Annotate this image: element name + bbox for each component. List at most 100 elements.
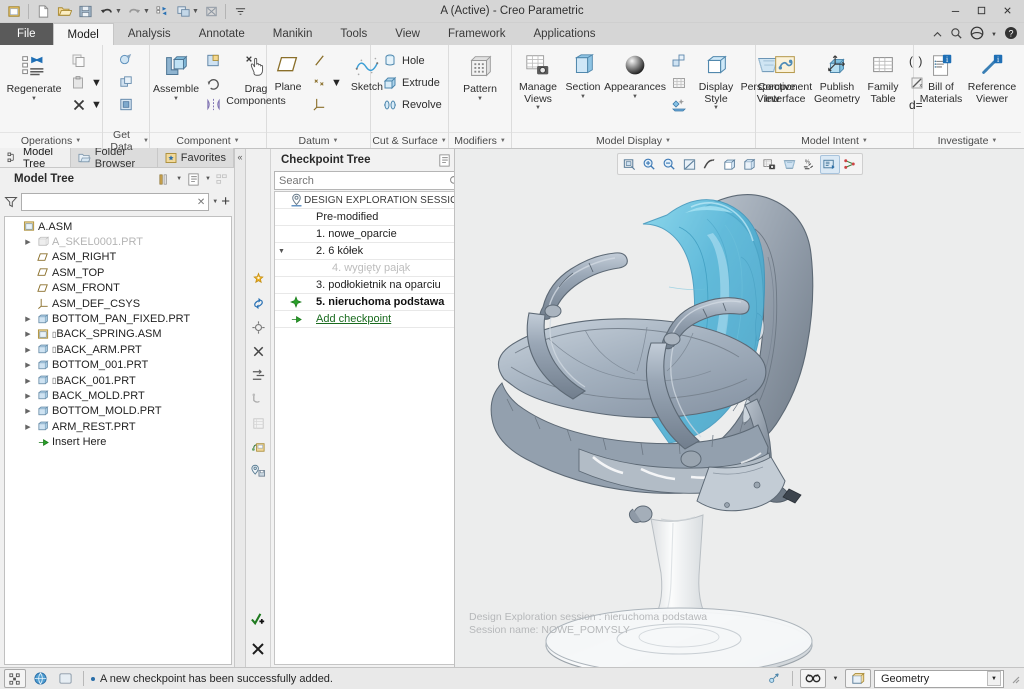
delete-dropdown-icon[interactable]: ▼ bbox=[91, 99, 102, 111]
selection-filter-combo[interactable]: Geometry ▼ bbox=[874, 669, 1004, 688]
open-file-icon[interactable] bbox=[54, 2, 74, 21]
checkpoint-row-2[interactable]: ▼ 2. 6 kółek bbox=[275, 243, 466, 260]
tree-item-bottom-mold[interactable]: ▶ BOTTOM_MOLD.PRT bbox=[5, 404, 231, 419]
pattern-button[interactable]: Pattern ▼ bbox=[455, 49, 505, 105]
tree-item-a-asm[interactable]: A.ASM bbox=[5, 219, 231, 234]
delete-button[interactable]: ▼ bbox=[66, 94, 107, 115]
search-icon[interactable] bbox=[950, 27, 963, 43]
selection-dropdown-icon[interactable]: ▼ bbox=[829, 669, 842, 688]
checkpoint-row-3[interactable]: 3. podłokietnik na oparciu bbox=[275, 277, 466, 294]
shrinkwrap-button[interactable] bbox=[113, 94, 140, 115]
snapshot-icon[interactable] bbox=[763, 669, 785, 688]
customize-qat-icon[interactable] bbox=[230, 2, 250, 21]
display-style-dropdown-icon[interactable]: ▼ bbox=[713, 105, 719, 111]
checkpoint-list[interactable]: DESIGN EXPLORATION SESSION Pre-modified … bbox=[274, 191, 467, 665]
search-selection-icon[interactable] bbox=[800, 669, 826, 688]
tree-item-insert-here[interactable]: Insert Here bbox=[5, 434, 231, 449]
model-display-dropdown-icon[interactable]: ▼ bbox=[665, 138, 671, 144]
family-table-button[interactable]: Family Table bbox=[863, 49, 903, 108]
display-options-icon[interactable] bbox=[186, 172, 201, 187]
reference-viewer-button[interactable]: i Reference Viewer bbox=[966, 49, 1018, 108]
manage-views-dropdown-icon[interactable]: ▼ bbox=[535, 105, 541, 111]
tree-item-asm-def-csys[interactable]: ASM_DEF_CSYS bbox=[5, 296, 231, 311]
settings-dropdown-icon[interactable]: ▼ bbox=[176, 176, 182, 182]
add-icon[interactable]: + bbox=[221, 194, 230, 209]
refit-icon[interactable] bbox=[620, 155, 640, 174]
tab-model-tree[interactable]: Model Tree bbox=[0, 146, 71, 170]
window-switch-icon[interactable] bbox=[173, 2, 193, 21]
tab-applications[interactable]: Applications bbox=[519, 23, 610, 45]
publish-geometry-button[interactable]: Publish Geometry bbox=[812, 49, 862, 108]
message-area-icon[interactable] bbox=[54, 669, 76, 688]
tree-item-bottom-pan-fixed[interactable]: ▶ BOTTOM_PAN_FIXED.PRT bbox=[5, 311, 231, 326]
checkpoint-row-5-active[interactable]: 5. nieruchoma podstawa bbox=[275, 294, 466, 311]
cut-surface-group-label[interactable]: Cut & Surface ▼ bbox=[371, 132, 448, 148]
web-tools-icon[interactable] bbox=[29, 669, 51, 688]
bill-of-materials-button[interactable]: i Bill of Materials bbox=[917, 49, 965, 108]
appearances-dropdown-icon[interactable]: ▼ bbox=[632, 94, 638, 100]
tree-item-asm-right[interactable]: ASM_RIGHT bbox=[5, 250, 231, 265]
zoom-in-icon[interactable] bbox=[640, 155, 660, 174]
table-icon[interactable] bbox=[246, 411, 270, 435]
tree-item-asm-top[interactable]: ASM_TOP bbox=[5, 265, 231, 280]
tree-item-back-mold[interactable]: ▶ BACK_MOLD.PRT bbox=[5, 388, 231, 403]
expander[interactable]: ▼ bbox=[275, 248, 288, 255]
save-session-icon[interactable] bbox=[246, 435, 270, 459]
model-intent-group-label[interactable]: Model Intent ▼ bbox=[756, 132, 913, 148]
expander[interactable]: ▶ bbox=[21, 423, 35, 431]
copy-button[interactable] bbox=[66, 50, 107, 71]
model-tree-filter-box[interactable]: ✕ bbox=[21, 193, 210, 211]
checkpoint-options-icon[interactable] bbox=[437, 153, 452, 168]
help-icon[interactable]: ? bbox=[1004, 26, 1018, 43]
operations-dropdown-icon[interactable]: ▼ bbox=[75, 138, 81, 144]
clear-icon[interactable]: ✕ bbox=[197, 197, 205, 208]
import-button[interactable] bbox=[113, 50, 140, 71]
regenerate-dropdown-icon[interactable]: ▼ bbox=[31, 96, 37, 102]
model-display-icon[interactable] bbox=[845, 669, 871, 688]
checkpoint-row-4[interactable]: 4. wygięty pająk bbox=[275, 260, 466, 277]
investigate-group-label[interactable]: Investigate ▼ bbox=[914, 132, 1021, 148]
merge-button[interactable] bbox=[113, 72, 140, 93]
tree-item-back-arm[interactable]: ▶ ▯ BACK_ARM.PRT bbox=[5, 342, 231, 357]
spin-center-icon[interactable] bbox=[819, 154, 840, 174]
tree-item-back-spring[interactable]: ▶ ▯ BACK_SPRING.ASM bbox=[5, 327, 231, 342]
checkpoint-row-pre-modified[interactable]: Pre-modified bbox=[275, 209, 466, 226]
save-icon[interactable] bbox=[75, 2, 95, 21]
tab-analysis[interactable]: Analysis bbox=[113, 23, 185, 45]
expander[interactable]: ▶ bbox=[21, 361, 35, 369]
redo-dropdown-icon[interactable]: ▼ bbox=[143, 8, 151, 15]
tab-view[interactable]: View bbox=[381, 23, 434, 45]
assemble-dropdown-icon[interactable]: ▼ bbox=[173, 96, 179, 102]
cancel-icon[interactable] bbox=[246, 637, 270, 661]
datum-group-label[interactable]: Datum ▼ bbox=[267, 132, 370, 148]
annotation-display-icon[interactable]: % bbox=[800, 155, 820, 174]
mirror-component-button[interactable] bbox=[200, 94, 227, 115]
display-style-icon[interactable] bbox=[720, 155, 740, 174]
tree-item-a-skel0001[interactable]: ▶ A_SKEL0001.PRT bbox=[5, 234, 231, 249]
color-effects-button[interactable] bbox=[666, 94, 692, 115]
tab-annotate[interactable]: Annotate bbox=[184, 23, 259, 45]
tab-tools[interactable]: Tools bbox=[326, 23, 382, 45]
manage-views-button[interactable]: Manage Views ▼ bbox=[515, 49, 561, 114]
tree-item-back-001[interactable]: ▶ ▯ BACK_001.PRT bbox=[5, 373, 231, 388]
modifiers-group-label[interactable]: Modifiers ▼ bbox=[449, 132, 511, 148]
expander[interactable]: ▶ bbox=[21, 315, 35, 323]
get-data-group-label[interactable]: Get Data ▼ bbox=[103, 129, 149, 153]
filter-icon[interactable] bbox=[4, 195, 18, 209]
expander[interactable]: ▶ bbox=[21, 238, 35, 246]
regenerate-icon[interactable] bbox=[152, 2, 172, 21]
improve-icon[interactable] bbox=[246, 267, 270, 291]
tab-manikin[interactable]: Manikin bbox=[258, 23, 327, 45]
graphics-window[interactable]: % Design Exploration session: nieruchom… bbox=[454, 149, 1024, 667]
target-icon[interactable] bbox=[246, 315, 270, 339]
expander[interactable]: ▶ bbox=[21, 392, 35, 400]
paste-button[interactable]: ▼ bbox=[66, 72, 107, 93]
create-component-button[interactable] bbox=[200, 50, 227, 71]
show-datums-icon[interactable] bbox=[700, 155, 720, 174]
datum-point-button[interactable]: ▼ bbox=[307, 72, 347, 93]
repaint-icon[interactable] bbox=[680, 155, 700, 174]
tab-model[interactable]: Model bbox=[52, 23, 114, 45]
datum-axis-button[interactable] bbox=[307, 50, 347, 71]
new-file-icon[interactable] bbox=[33, 2, 53, 21]
plane-button[interactable]: Plane bbox=[270, 49, 306, 97]
